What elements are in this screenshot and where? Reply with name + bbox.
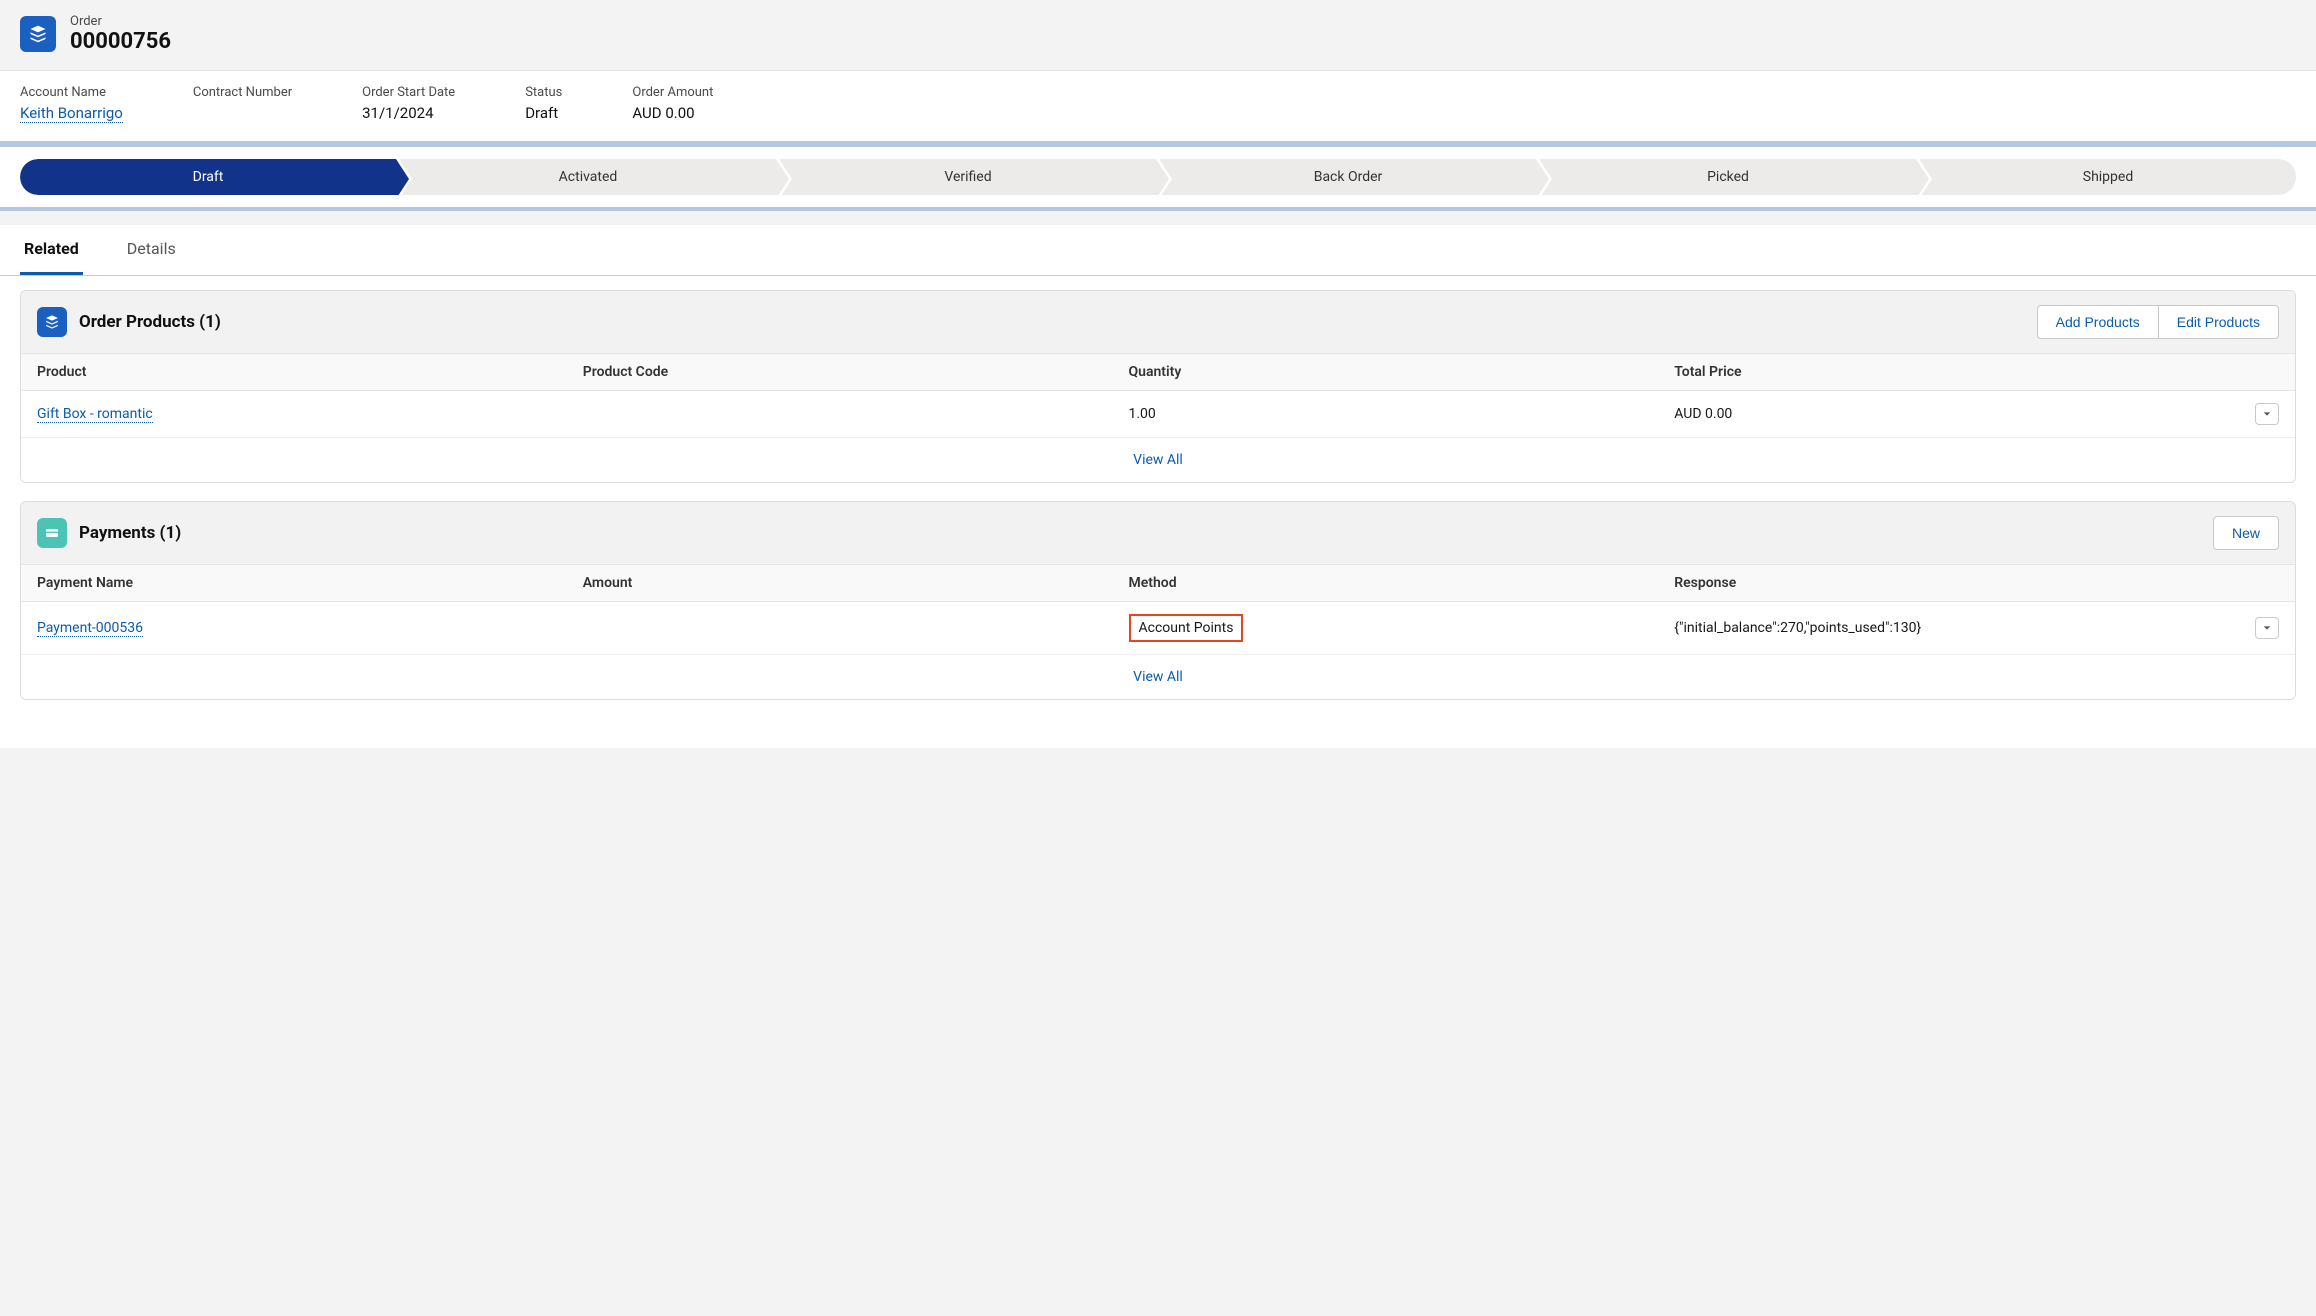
row-actions-menu[interactable] xyxy=(2255,617,2279,639)
order-products-table: Product Product Code Quantity Total Pric… xyxy=(21,353,2295,438)
response-cell: {"initial_balance":270,"points_used":130… xyxy=(1658,602,2239,655)
payments-icon xyxy=(37,518,67,548)
order-amount-value: AUD 0.00 xyxy=(632,104,713,122)
order-start-date-value: 31/1/2024 xyxy=(362,104,455,122)
col-quantity: Quantity xyxy=(1113,354,1659,391)
payments-table: Payment Name Amount Method Response Paym… xyxy=(21,564,2295,655)
product-code-cell xyxy=(567,391,1113,438)
contract-number-label: Contract Number xyxy=(193,85,292,100)
table-row: Gift Box - romantic 1.00 AUD 0.00 xyxy=(21,391,2295,438)
highlight-panel: Account Name Keith Bonarrigo Contract Nu… xyxy=(0,71,2316,144)
path-wrap: Draft Activated Verified Back Order Pick… xyxy=(0,144,2316,211)
stage-shipped[interactable]: Shipped xyxy=(1920,159,2296,195)
amount-cell xyxy=(567,602,1113,655)
payments-title: Payments (1) xyxy=(79,523,181,543)
stage-picked[interactable]: Picked xyxy=(1540,159,1916,195)
payments-view-all[interactable]: View All xyxy=(21,655,2295,699)
order-products-title: Order Products (1) xyxy=(79,312,221,332)
row-actions-menu[interactable] xyxy=(2255,403,2279,425)
stage-path: Draft Activated Verified Back Order Pick… xyxy=(20,159,2296,195)
order-icon xyxy=(20,16,56,52)
col-product-code: Product Code xyxy=(567,354,1113,391)
account-name-label: Account Name xyxy=(20,85,123,100)
stage-activated[interactable]: Activated xyxy=(400,159,776,195)
tab-details[interactable]: Details xyxy=(123,225,180,275)
status-value: Draft xyxy=(525,104,562,122)
method-cell: Account Points xyxy=(1129,614,1244,642)
order-products-icon xyxy=(37,307,67,337)
order-amount-label: Order Amount xyxy=(632,85,713,100)
object-label: Order xyxy=(70,14,171,29)
add-products-button[interactable]: Add Products xyxy=(2037,305,2158,339)
col-method: Method xyxy=(1113,565,1659,602)
quantity-cell: 1.00 xyxy=(1113,391,1659,438)
col-amount: Amount xyxy=(567,565,1113,602)
tab-related[interactable]: Related xyxy=(20,225,83,275)
order-products-card: Order Products (1) Add Products Edit Pro… xyxy=(20,290,2296,483)
chevron-down-icon xyxy=(2263,410,2271,418)
col-response: Response xyxy=(1658,565,2239,602)
payments-card: Payments (1) New Payment Name Amount Met… xyxy=(20,501,2296,700)
new-payment-button[interactable]: New xyxy=(2213,516,2279,550)
total-price-cell: AUD 0.00 xyxy=(1658,391,2239,438)
col-total-price: Total Price xyxy=(1658,354,2239,391)
record-number: 00000756 xyxy=(70,29,171,54)
col-product: Product xyxy=(21,354,567,391)
product-link[interactable]: Gift Box - romantic xyxy=(37,406,153,423)
order-products-view-all[interactable]: View All xyxy=(21,438,2295,482)
stage-back-order[interactable]: Back Order xyxy=(1160,159,1536,195)
stage-draft[interactable]: Draft xyxy=(20,159,396,195)
payment-link[interactable]: Payment-000536 xyxy=(37,620,143,637)
status-label: Status xyxy=(525,85,562,100)
stage-verified[interactable]: Verified xyxy=(780,159,1156,195)
chevron-down-icon xyxy=(2263,624,2271,632)
table-row: Payment-000536 Account Points {"initial_… xyxy=(21,602,2295,655)
tab-strip: Related Details xyxy=(0,225,2316,276)
order-start-date-label: Order Start Date xyxy=(362,85,455,100)
record-header: Order 00000756 xyxy=(0,0,2316,71)
account-name-link[interactable]: Keith Bonarrigo xyxy=(20,104,123,123)
col-payment-name: Payment Name xyxy=(21,565,567,602)
edit-products-button[interactable]: Edit Products xyxy=(2158,305,2279,339)
